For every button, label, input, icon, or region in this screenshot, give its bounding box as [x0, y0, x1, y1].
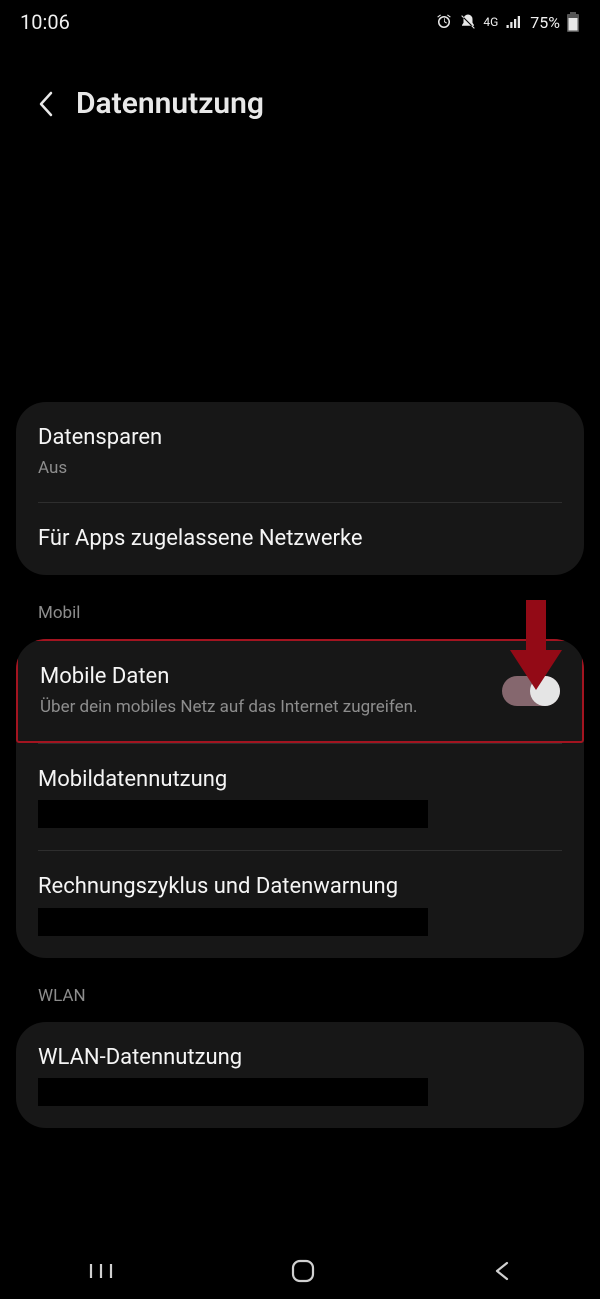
mobildatennutzung-title: Mobildatennutzung: [38, 766, 562, 795]
battery-icon: [566, 12, 580, 32]
redacted-block: [38, 800, 428, 828]
datensparen-title: Datensparen: [38, 424, 562, 453]
battery-pct: 75%: [530, 13, 560, 32]
wlan-title: WLAN-Datennutzung: [38, 1044, 562, 1073]
section-wlan: WLAN: [16, 966, 584, 1022]
redacted-block: [38, 908, 428, 936]
redacted-block: [38, 1078, 428, 1106]
row-datensparen[interactable]: Datensparen Aus: [16, 402, 584, 502]
nav-back-icon[interactable]: [491, 1259, 513, 1283]
settings-list: Datensparen Aus Für Apps zugelassene Net…: [16, 402, 584, 1136]
network-label: 4G: [483, 16, 498, 28]
row-mobildatennutzung[interactable]: Mobildatennutzung: [16, 744, 584, 851]
card-mobil: Mobile Daten Über dein mobiles Netz auf …: [16, 639, 584, 958]
section-mobil: Mobil: [16, 583, 584, 639]
mobile-daten-title: Mobile Daten: [40, 663, 417, 692]
rechnung-title: Rechnungszyklus und Datenwarnung: [38, 873, 562, 902]
status-bar: 10:06 4G 75%: [0, 0, 600, 44]
status-time: 10:06: [20, 10, 70, 34]
recents-icon[interactable]: [87, 1260, 115, 1282]
datensparen-value: Aus: [38, 457, 468, 480]
page-header: Datennutzung: [0, 86, 600, 121]
row-allowed-networks[interactable]: Für Apps zugelassene Netzwerke: [16, 503, 584, 576]
card-general: Datensparen Aus Für Apps zugelassene Net…: [16, 402, 584, 575]
home-icon[interactable]: [290, 1258, 316, 1284]
allowed-networks-title: Für Apps zugelassene Netzwerke: [38, 525, 562, 554]
status-icons: 4G 75%: [435, 12, 580, 32]
row-rechnungszyklus[interactable]: Rechnungszyklus und Datenwarnung: [16, 851, 584, 958]
row-mobile-daten[interactable]: Mobile Daten Über dein mobiles Netz auf …: [16, 639, 584, 743]
row-wlan-datennutzung[interactable]: WLAN-Datennutzung: [16, 1022, 584, 1129]
card-wlan: WLAN-Datennutzung: [16, 1022, 584, 1129]
android-navbar: [0, 1243, 600, 1299]
annotation-arrow-icon: [506, 600, 566, 690]
signal-icon: [504, 13, 524, 31]
back-icon[interactable]: [36, 89, 58, 119]
mobile-daten-sub: Über dein mobiles Netz auf das Internet …: [40, 696, 417, 719]
alarm-icon: [435, 13, 453, 31]
page-title: Datennutzung: [76, 86, 264, 121]
mute-icon: [459, 13, 477, 31]
